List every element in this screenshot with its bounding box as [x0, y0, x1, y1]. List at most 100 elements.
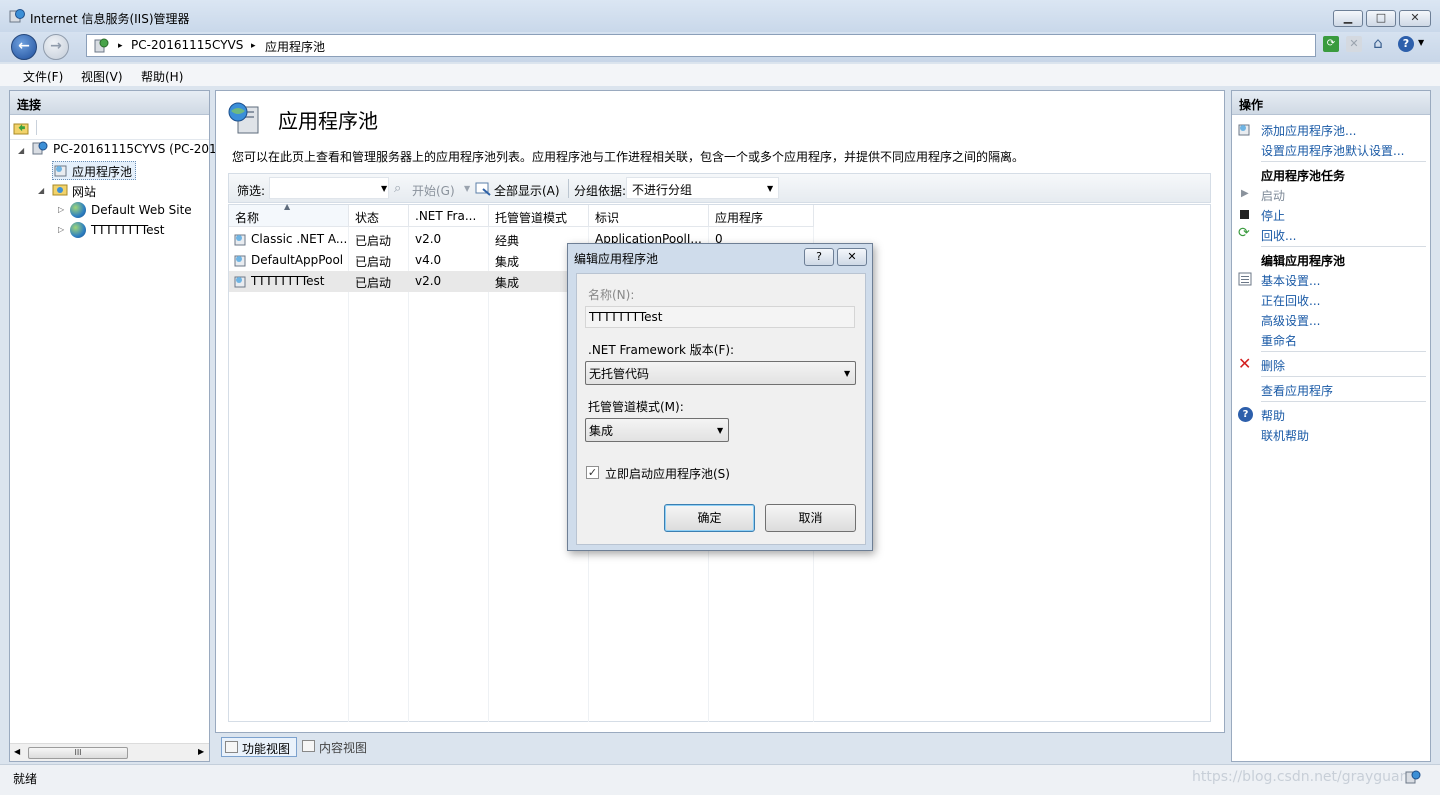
column-header-pipeline[interactable]: 托管管道模式: [489, 205, 589, 227]
settings-icon: [1238, 272, 1252, 286]
action-add-pool[interactable]: 添加应用程序池...: [1261, 122, 1356, 139]
connections-pane: 连接 ◢ PC-20161115CYVS (PC-201 应用程序池 ◢ 网站 …: [9, 90, 217, 762]
scroll-left-icon[interactable]: ◀: [14, 747, 20, 756]
status-text: 就绪: [13, 772, 38, 786]
tree-site-default[interactable]: Default Web Site: [91, 203, 192, 217]
filter-input[interactable]: ▼: [269, 177, 389, 199]
filter-toolbar: 筛选: ▼ ⌕ 开始(G) ▼ 全部显示(A) 分组依据: 不进行分组 ▼: [228, 173, 1211, 203]
menu-help[interactable]: 帮助(H): [141, 68, 183, 85]
menu-file[interactable]: 文件(F): [23, 68, 63, 85]
connections-header: 连接: [10, 91, 209, 115]
scroll-right-icon[interactable]: ▶: [198, 747, 204, 756]
watermark: https://blog.csdn.net/grayguan: [1192, 769, 1409, 785]
expand-arrow-icon[interactable]: ▷: [58, 225, 64, 234]
tree-sites-node[interactable]: 网站: [72, 183, 96, 200]
expand-arrow-icon[interactable]: ▷: [58, 205, 64, 214]
column-divider: [348, 227, 349, 722]
action-recycle[interactable]: 回收...: [1261, 227, 1296, 244]
chevron-down-icon[interactable]: ▼: [717, 426, 723, 435]
action-basic-settings[interactable]: 基本设置...: [1261, 272, 1320, 289]
tab-content-view[interactable]: 内容视图: [299, 737, 375, 757]
group-by-label: 分组依据:: [574, 184, 627, 198]
dialog-body: 名称(N): TTTTTTTTest .NET Framework 版本(F):…: [576, 273, 866, 545]
connect-icon[interactable]: [13, 120, 29, 135]
tree-app-pools-node[interactable]: 应用程序池: [72, 163, 132, 180]
column-header-label: 名称: [235, 211, 260, 225]
action-start[interactable]: 启动: [1261, 187, 1285, 204]
app-pool-icon: [234, 255, 246, 267]
action-view-apps[interactable]: 查看应用程序: [1261, 382, 1333, 399]
delete-icon: ✕: [1238, 354, 1252, 373]
back-arrow-icon: ←: [18, 38, 30, 54]
tree-server-node[interactable]: PC-20161115CYVS (PC-201: [53, 142, 217, 156]
action-delete[interactable]: 删除: [1261, 357, 1285, 374]
action-online-help[interactable]: 联机帮助: [1261, 427, 1309, 444]
refresh-icon[interactable]: ⟳: [1323, 36, 1339, 52]
action-help[interactable]: 帮助: [1261, 407, 1285, 424]
address-bar[interactable]: ▸ PC-20161115CYVS ▸ 应用程序池: [86, 34, 1316, 57]
stop-icon[interactable]: ✕: [1346, 36, 1362, 52]
actions-divider: [1261, 246, 1426, 247]
close-button[interactable]: ✕: [1399, 10, 1431, 27]
breadcrumb-server[interactable]: PC-20161115CYVS: [131, 38, 243, 52]
toolbar-divider: [568, 179, 569, 198]
column-header-identity[interactable]: 标识: [589, 205, 709, 227]
start-filter-button[interactable]: 开始(G): [412, 182, 455, 199]
pipeline-select[interactable]: 集成 ▼: [585, 418, 729, 442]
forward-button[interactable]: →: [43, 34, 69, 60]
cell-pipeline: 集成: [495, 255, 520, 269]
action-rename[interactable]: 重命名: [1261, 332, 1297, 349]
chevron-down-icon[interactable]: ▼: [464, 184, 470, 193]
app-pool-icon: [234, 276, 246, 288]
collapse-arrow-icon[interactable]: ◢: [18, 146, 24, 155]
cell-name: TTTTTTTTest: [251, 274, 325, 288]
column-header-status[interactable]: 状态: [349, 205, 409, 227]
column-header-framework[interactable]: .NET Fra...: [409, 205, 489, 227]
status-bar: 就绪 https://blog.csdn.net/grayguan: [0, 764, 1440, 795]
show-all-button[interactable]: 全部显示(A): [494, 182, 560, 199]
dialog-close-button[interactable]: ✕: [837, 248, 867, 266]
tab-feature-view[interactable]: 功能视图: [221, 737, 297, 757]
pipeline-select-value: 集成: [589, 424, 614, 438]
chevron-down-icon[interactable]: ▼: [844, 369, 850, 378]
column-header-applications[interactable]: 应用程序: [709, 205, 814, 227]
chevron-down-icon[interactable]: ▼: [767, 184, 773, 193]
server-status-icon: [1405, 770, 1421, 784]
cancel-button[interactable]: 取消: [765, 504, 856, 532]
minimize-button[interactable]: ▁: [1333, 10, 1363, 27]
server-icon: [32, 141, 48, 155]
server-icon: [94, 38, 109, 53]
cell-framework: v2.0: [415, 232, 442, 246]
home-icon[interactable]: ⌂: [1369, 36, 1387, 52]
ok-button[interactable]: 确定: [664, 504, 755, 532]
menu-bar: [0, 64, 1440, 86]
action-advanced-settings[interactable]: 高级设置...: [1261, 312, 1320, 329]
action-recycling[interactable]: 正在回收...: [1261, 292, 1320, 309]
menu-view[interactable]: 视图(V): [81, 68, 123, 85]
filter-label: 筛选:: [237, 184, 266, 198]
action-set-defaults[interactable]: 设置应用程序池默认设置...: [1261, 142, 1404, 159]
column-divider: [408, 227, 409, 722]
group-by-select[interactable]: 不进行分组 ▼: [626, 177, 779, 199]
recycle-icon: ⟳: [1238, 225, 1250, 241]
app-pool-icon: [234, 234, 246, 246]
tree-site-tttest[interactable]: TTTTTTTTest: [91, 223, 164, 237]
framework-select[interactable]: 无托管代码 ▼: [585, 361, 856, 385]
breadcrumb-app-pools[interactable]: 应用程序池: [265, 38, 325, 55]
back-button[interactable]: ←: [11, 34, 37, 60]
collapse-arrow-icon[interactable]: ◢: [38, 186, 44, 195]
dialog-help-button[interactable]: ?: [804, 248, 834, 266]
maximize-button[interactable]: □: [1366, 10, 1396, 27]
start-immediately-checkbox[interactable]: ✓: [586, 466, 599, 479]
help-icon[interactable]: ?: [1398, 36, 1414, 52]
action-stop[interactable]: 停止: [1261, 207, 1285, 224]
chevron-down-icon[interactable]: ▼: [381, 184, 387, 193]
start-immediately-label[interactable]: 立即启动应用程序池(S): [605, 465, 730, 482]
dialog-title: 编辑应用程序池: [574, 252, 659, 266]
tab-feature-label: 功能视图: [242, 742, 291, 756]
column-header-name[interactable]: 名称 ▲: [229, 202, 349, 227]
horizontal-scrollbar[interactable]: ◀ III ▶: [10, 743, 209, 761]
chevron-down-icon[interactable]: ▼: [1418, 38, 1424, 47]
scrollbar-thumb[interactable]: III: [28, 747, 128, 759]
app-pool-icon: [54, 165, 67, 177]
